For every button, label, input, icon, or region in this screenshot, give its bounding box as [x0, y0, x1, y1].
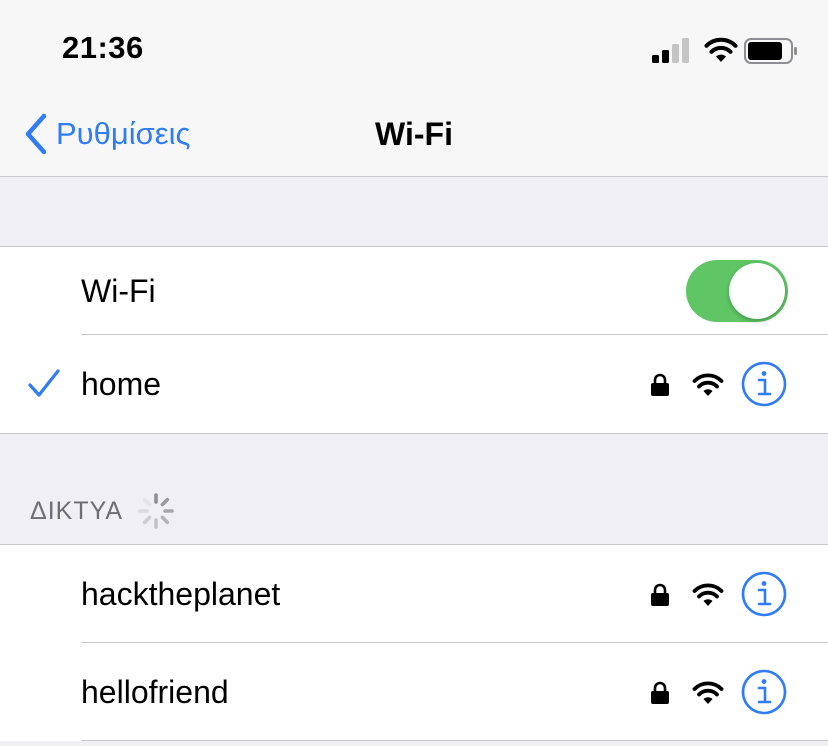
status-bar: 21:36 [0, 0, 828, 92]
wifi-toggle-row: Wi-Fi [0, 247, 828, 335]
battery-icon [744, 38, 797, 64]
lock-icon [651, 681, 669, 704]
wifi-icon [692, 681, 724, 704]
section-header-networks: ΔΙΚΤΥΑ [30, 497, 124, 525]
wifi-toggle-label: Wi-Fi [81, 272, 156, 309]
wifi-icon [704, 37, 738, 62]
wifi-toggle[interactable] [686, 260, 788, 322]
network-name: hellofriend [81, 673, 229, 710]
page-title: Wi-Fi [375, 116, 453, 152]
loading-spinner-icon [138, 493, 174, 529]
info-icon[interactable] [741, 669, 787, 715]
nav-bar: Ρυθμίσεις Wi-Fi [0, 92, 828, 177]
lock-icon [651, 583, 669, 606]
checkmark-icon [28, 369, 60, 397]
wifi-group: Wi-Fi home [0, 246, 828, 434]
toggle-knob [729, 263, 785, 319]
info-icon[interactable] [741, 361, 787, 407]
connected-network-row[interactable]: home [0, 335, 828, 433]
wifi-icon [692, 583, 724, 606]
cellular-signal-icon [652, 38, 689, 63]
network-row[interactable]: hellofriend [0, 643, 828, 741]
lock-icon [651, 373, 669, 396]
status-time: 21:36 [62, 30, 144, 65]
network-name: hacktheplanet [81, 575, 281, 612]
info-icon[interactable] [741, 571, 787, 617]
wifi-icon [692, 373, 724, 396]
connected-network-name: home [81, 365, 162, 402]
network-row[interactable]: hacktheplanet [0, 545, 828, 643]
networks-group: hacktheplanet hellofriend [0, 544, 828, 741]
